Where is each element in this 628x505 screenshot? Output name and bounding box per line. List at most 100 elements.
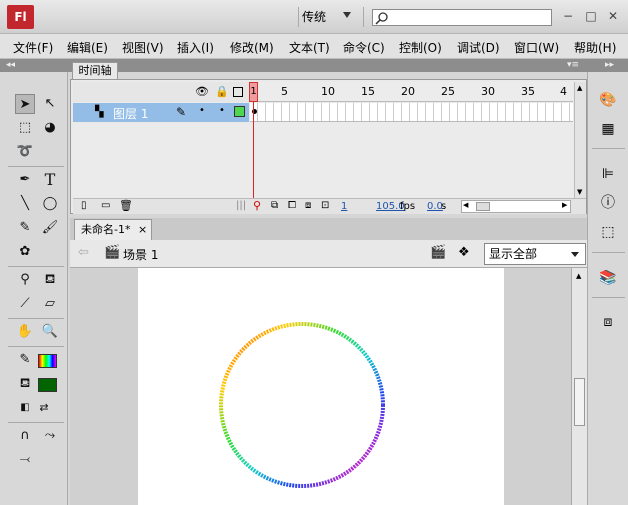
menu-help[interactable]: 帮助(H) xyxy=(574,39,616,56)
color-panel-icon[interactable]: 🎨 xyxy=(597,90,619,110)
fill-color-swatch[interactable] xyxy=(38,378,57,392)
pencil-icon[interactable]: ✎ xyxy=(15,218,35,238)
scroll-thumb[interactable] xyxy=(574,378,585,426)
current-frame[interactable]: 1 xyxy=(341,201,347,212)
deco-icon[interactable]: ✿ xyxy=(15,242,35,262)
lock-dot[interactable]: • xyxy=(219,105,225,116)
properties-panel-icon[interactable]: ⧈ xyxy=(597,312,619,332)
menu-insert[interactable]: 插入(I) xyxy=(177,39,214,56)
search-input[interactable] xyxy=(372,9,552,26)
close-button[interactable]: ✕ xyxy=(605,8,621,24)
onion-markers-icon[interactable]: ⊡ xyxy=(321,200,329,211)
zoom-icon[interactable]: 🔍 xyxy=(40,322,60,342)
chevron-down-icon[interactable] xyxy=(343,12,351,18)
menu-view[interactable]: 视图(V) xyxy=(122,39,164,56)
edit-scene-icon[interactable]: 🎬 xyxy=(430,245,446,260)
paint-bucket-icon[interactable]: ⛾ xyxy=(40,270,60,290)
visibility-dot[interactable]: • xyxy=(199,105,205,116)
zoom-select[interactable]: 显示全部 xyxy=(484,243,586,265)
scroll-up-icon[interactable]: ▲ xyxy=(576,272,581,280)
scene-name[interactable]: 场景 1 xyxy=(123,246,158,263)
menu-debug[interactable]: 调试(D) xyxy=(457,39,500,56)
bone-icon[interactable]: ⚲ xyxy=(15,270,35,290)
library-panel-icon[interactable]: 📚 xyxy=(597,268,619,288)
timeline-vertical-scrollbar[interactable]: ▲ ▼ xyxy=(574,82,586,198)
scroll-up-icon[interactable]: ▲ xyxy=(577,84,582,92)
lasso-icon[interactable]: ➰ xyxy=(15,142,35,162)
eye-icon[interactable]: 👁 xyxy=(195,85,209,98)
onion-skin-icon[interactable]: ⧉ xyxy=(271,200,278,211)
layer-header: 👁 🔒 xyxy=(73,82,249,102)
frame-number: 5 xyxy=(281,85,288,98)
onion-outline-icon[interactable]: ⧠ xyxy=(288,200,296,211)
delete-icon[interactable]: 🗑 xyxy=(119,199,133,212)
oval-icon[interactable]: ◯ xyxy=(40,194,60,214)
layer-color-swatch[interactable] xyxy=(234,106,245,117)
pen-icon[interactable]: ✒ xyxy=(15,170,35,190)
menu-text[interactable]: 文本(T) xyxy=(289,39,330,56)
rainbow-circle[interactable] xyxy=(138,268,504,505)
divider xyxy=(298,7,299,27)
transform-panel-icon[interactable]: ⬚ xyxy=(597,222,619,242)
playhead[interactable]: 1 xyxy=(249,82,258,102)
minimize-button[interactable]: − xyxy=(560,8,576,24)
menu-control[interactable]: 控制(O) xyxy=(399,39,442,56)
brush-icon[interactable]: 🖌 xyxy=(40,218,60,238)
free-transform-icon[interactable]: ⬚ xyxy=(15,118,35,138)
menu-edit[interactable]: 编辑(E) xyxy=(67,39,108,56)
scroll-right-icon[interactable]: ▶ xyxy=(562,201,567,209)
layer-row[interactable]: ▚ 图层 1 ✎ • • xyxy=(73,103,249,122)
frame-ruler[interactable]: 5 10 15 20 25 30 35 4 xyxy=(250,82,573,102)
menu-modify[interactable]: 修改(M) xyxy=(230,39,274,56)
scroll-down-icon[interactable]: ▼ xyxy=(577,188,582,196)
scroll-thumb[interactable] xyxy=(476,202,490,211)
panel-menu-icon[interactable]: ▾≡ xyxy=(567,60,579,70)
stage[interactable] xyxy=(138,268,504,505)
line-icon[interactable]: ╲ xyxy=(15,194,35,214)
fill-color-icon[interactable]: ⛾ xyxy=(15,374,35,394)
timeline-horizontal-scrollbar[interactable]: ◀ ▶ xyxy=(461,200,571,213)
snap-icon[interactable]: ∩ xyxy=(15,426,35,446)
eraser-icon[interactable]: ▱ xyxy=(40,294,60,314)
edit-multiple-icon[interactable]: ⧈ xyxy=(305,200,311,211)
3d-rotation-icon[interactable]: ◕ xyxy=(40,118,60,138)
scroll-left-icon[interactable]: ◀ xyxy=(463,201,468,209)
close-icon[interactable]: × xyxy=(138,220,147,239)
stage-vertical-scrollbar[interactable]: ▲ xyxy=(571,268,587,505)
outline-icon[interactable] xyxy=(233,87,243,97)
stroke-color-icon[interactable]: ✎ xyxy=(15,350,35,370)
tab-document[interactable]: 未命名-1* × xyxy=(74,219,152,240)
center-frame-icon[interactable]: ⚲ xyxy=(253,199,261,212)
straighten-icon[interactable]: ⤙ xyxy=(15,450,35,470)
info-panel-icon[interactable]: ⓘ xyxy=(597,193,619,213)
lock-icon[interactable]: 🔒 xyxy=(215,85,229,98)
collapse-icon[interactable]: ◂◂ xyxy=(6,60,15,70)
back-arrow-icon[interactable]: ⇦ xyxy=(78,245,89,260)
tab-timeline[interactable]: 时间轴 xyxy=(72,62,118,79)
swap-colors-icon[interactable]: ⇄ xyxy=(34,398,54,418)
selection-icon[interactable]: ➤ xyxy=(15,94,35,114)
divider xyxy=(8,318,64,319)
align-panel-icon[interactable]: ⊫ xyxy=(597,164,619,184)
menu-commands[interactable]: 命令(C) xyxy=(343,39,385,56)
workspace-label[interactable]: 传统 xyxy=(302,8,326,26)
right-panel-dock: 🎨 ▦ ⊫ ⓘ ⬚ 📚 ⧈ xyxy=(587,72,628,505)
edit-symbols-icon[interactable]: ❖ xyxy=(458,245,470,260)
default-colors-icon[interactable]: ◧ xyxy=(15,398,35,418)
new-layer-icon[interactable]: ▯ xyxy=(81,200,87,211)
menu-file[interactable]: 文件(F) xyxy=(13,39,53,56)
menu-window[interactable]: 窗口(W) xyxy=(514,39,559,56)
restore-button[interactable]: □ xyxy=(583,8,599,24)
swatches-panel-icon[interactable]: ▦ xyxy=(597,119,619,139)
layer-name[interactable]: 图层 1 xyxy=(113,105,148,122)
chevron-down-icon[interactable] xyxy=(571,252,579,257)
text-icon[interactable]: T xyxy=(40,170,60,190)
eyedropper-icon[interactable]: ⟋ xyxy=(15,294,35,314)
expand-icon[interactable]: ▸▸ xyxy=(605,60,614,70)
smooth-icon[interactable]: ⤳ xyxy=(40,426,60,446)
hand-icon[interactable]: ✋ xyxy=(15,322,35,342)
stroke-color-swatch[interactable] xyxy=(38,354,57,368)
new-folder-icon[interactable]: ▭ xyxy=(101,200,110,211)
subselection-icon[interactable]: ↖ xyxy=(40,94,60,114)
frame-row[interactable] xyxy=(250,103,573,122)
